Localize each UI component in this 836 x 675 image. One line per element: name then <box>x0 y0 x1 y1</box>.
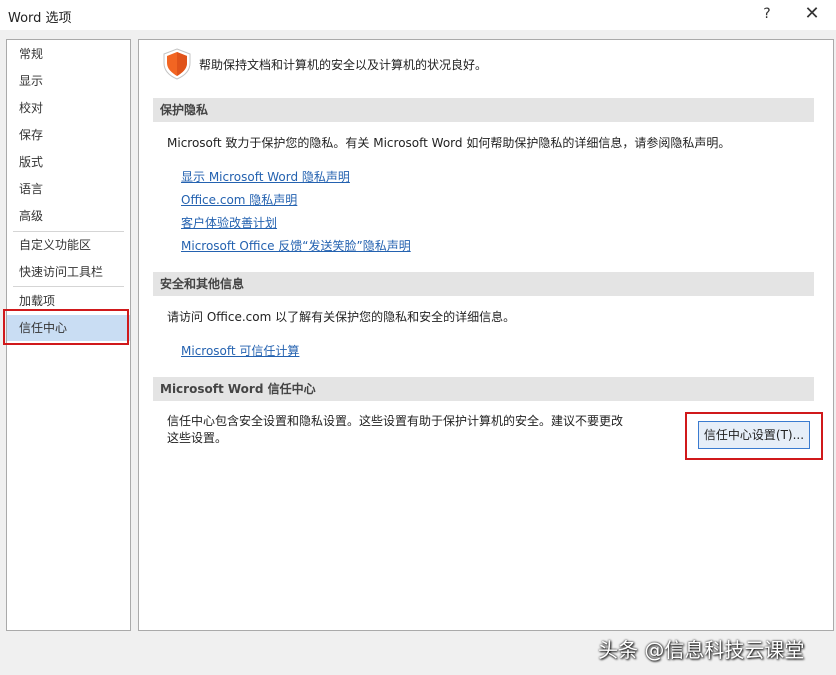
trust-center-description-line1: 信任中心包含安全设置和隐私设置。这些设置有助于保护计算机的安全。建议不要更改 <box>167 414 624 428</box>
sidebar-item-language[interactable]: 语言 <box>7 176 130 202</box>
trust-center-description-line2: 这些设置。 <box>167 431 228 445</box>
sidebar-item-proofing[interactable]: 校对 <box>7 95 130 121</box>
window-title: Word 选项 <box>8 11 72 26</box>
word-privacy-statement-link[interactable]: 显示 Microsoft Word 隐私声明 <box>181 168 350 185</box>
office-com-privacy-link[interactable]: Office.com 隐私声明 <box>181 191 297 208</box>
sidebar-item-general[interactable]: 常规 <box>7 41 130 67</box>
intro-text: 帮助保持文档和计算机的安全以及计算机的状况良好。 <box>199 58 488 72</box>
trustworthy-computing-link[interactable]: Microsoft 可信任计算 <box>181 342 299 359</box>
security-section-header: 安全和其他信息 <box>153 272 814 296</box>
sidebar-item-customize-ribbon[interactable]: 自定义功能区 <box>7 232 130 258</box>
watermark: 头条 @信息科技云课堂 <box>598 638 805 662</box>
title-bar: Word 选项 ? ✕ <box>0 0 836 30</box>
sidebar-item-advanced[interactable]: 高级 <box>7 203 130 229</box>
sidebar-divider <box>13 286 124 287</box>
sidebar-item-save[interactable]: 保存 <box>7 122 130 148</box>
shield-icon <box>163 48 191 80</box>
send-a-smile-privacy-link[interactable]: Microsoft Office 反馈“发送笑脸”隐私声明 <box>181 237 411 254</box>
security-description: 请访问 Office.com 以了解有关保护您的隐私和安全的详细信息。 <box>167 310 516 324</box>
ceip-link[interactable]: 客户体验改善计划 <box>181 214 277 231</box>
privacy-description: Microsoft 致力于保护您的隐私。有关 Microsoft Word 如何… <box>167 136 731 150</box>
trust-center-section-header: Microsoft Word 信任中心 <box>153 377 814 401</box>
highlight-box <box>685 412 823 460</box>
trust-center-panel: 帮助保持文档和计算机的安全以及计算机的状况良好。 保护隐私 Microsoft … <box>138 39 834 631</box>
privacy-section-header: 保护隐私 <box>153 98 814 122</box>
highlight-box <box>3 309 129 345</box>
sidebar-item-layout[interactable]: 版式 <box>7 149 130 175</box>
sidebar-item-quick-access-toolbar[interactable]: 快速访问工具栏 <box>7 259 130 285</box>
close-icon[interactable]: ✕ <box>800 4 824 24</box>
sidebar-item-display[interactable]: 显示 <box>7 68 130 94</box>
help-icon[interactable]: ? <box>758 5 776 23</box>
